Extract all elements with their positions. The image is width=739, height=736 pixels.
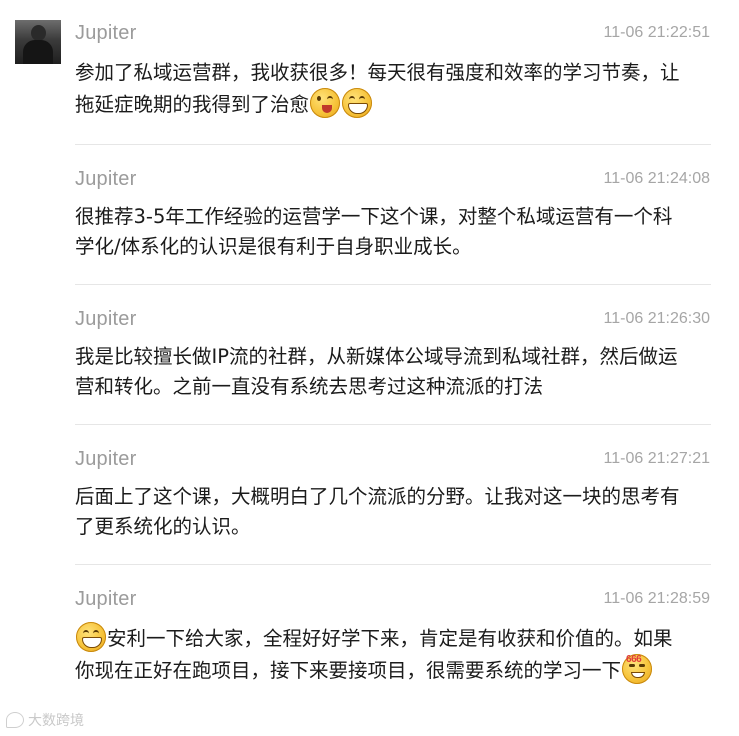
message-text: 参加了私域运营群，我收获很多！每天很有强度和效率的学习节奏，让拖延症晚期的我得到… xyxy=(75,61,680,118)
watermark-logo-icon xyxy=(6,712,24,728)
666-emoji: 666 xyxy=(622,654,653,684)
divider xyxy=(75,144,711,145)
watermark: 大数跨境 xyxy=(6,710,84,730)
grinning-emoji xyxy=(342,88,373,118)
timestamp: 11-06 21:26:30 xyxy=(603,310,710,327)
divider xyxy=(75,564,711,565)
timestamp: 11-06 21:24:08 xyxy=(603,170,710,187)
sender-name[interactable]: Jupiter xyxy=(75,168,136,191)
timestamp: 11-06 21:28:59 xyxy=(603,590,710,607)
sender-name[interactable]: Jupiter xyxy=(75,22,136,45)
message-text: 很推荐3-5年工作经验的运营学一下这个课，对整个私域运营有一个科学化/体系化的认… xyxy=(75,205,673,258)
message-text: 后面上了这个课，大概明白了几个流派的分野。让我对这一块的思考有了更系统化的认识。 xyxy=(75,485,680,538)
sender-name[interactable]: Jupiter xyxy=(75,588,136,611)
divider xyxy=(75,424,711,425)
message-text: 安利一下给大家，全程好好学下来，肯定是有收获和价值的。如果你现在正好在跑项目，接… xyxy=(75,622,685,686)
message-text: 我是比较擅长做IP流的社群，从新媒体公域导流到私域社群，然后做运营和转化。之前一… xyxy=(75,345,678,398)
sender-name[interactable]: Jupiter xyxy=(75,448,136,471)
sender-name[interactable]: Jupiter xyxy=(75,308,136,331)
timestamp: 11-06 21:22:51 xyxy=(603,24,710,41)
grinning-emoji xyxy=(76,622,106,652)
winking-tongue-emoji xyxy=(310,88,341,118)
timestamp: 11-06 21:27:21 xyxy=(603,450,710,467)
666-badge: 666 xyxy=(626,654,642,665)
divider xyxy=(75,284,711,285)
avatar[interactable] xyxy=(15,20,61,64)
